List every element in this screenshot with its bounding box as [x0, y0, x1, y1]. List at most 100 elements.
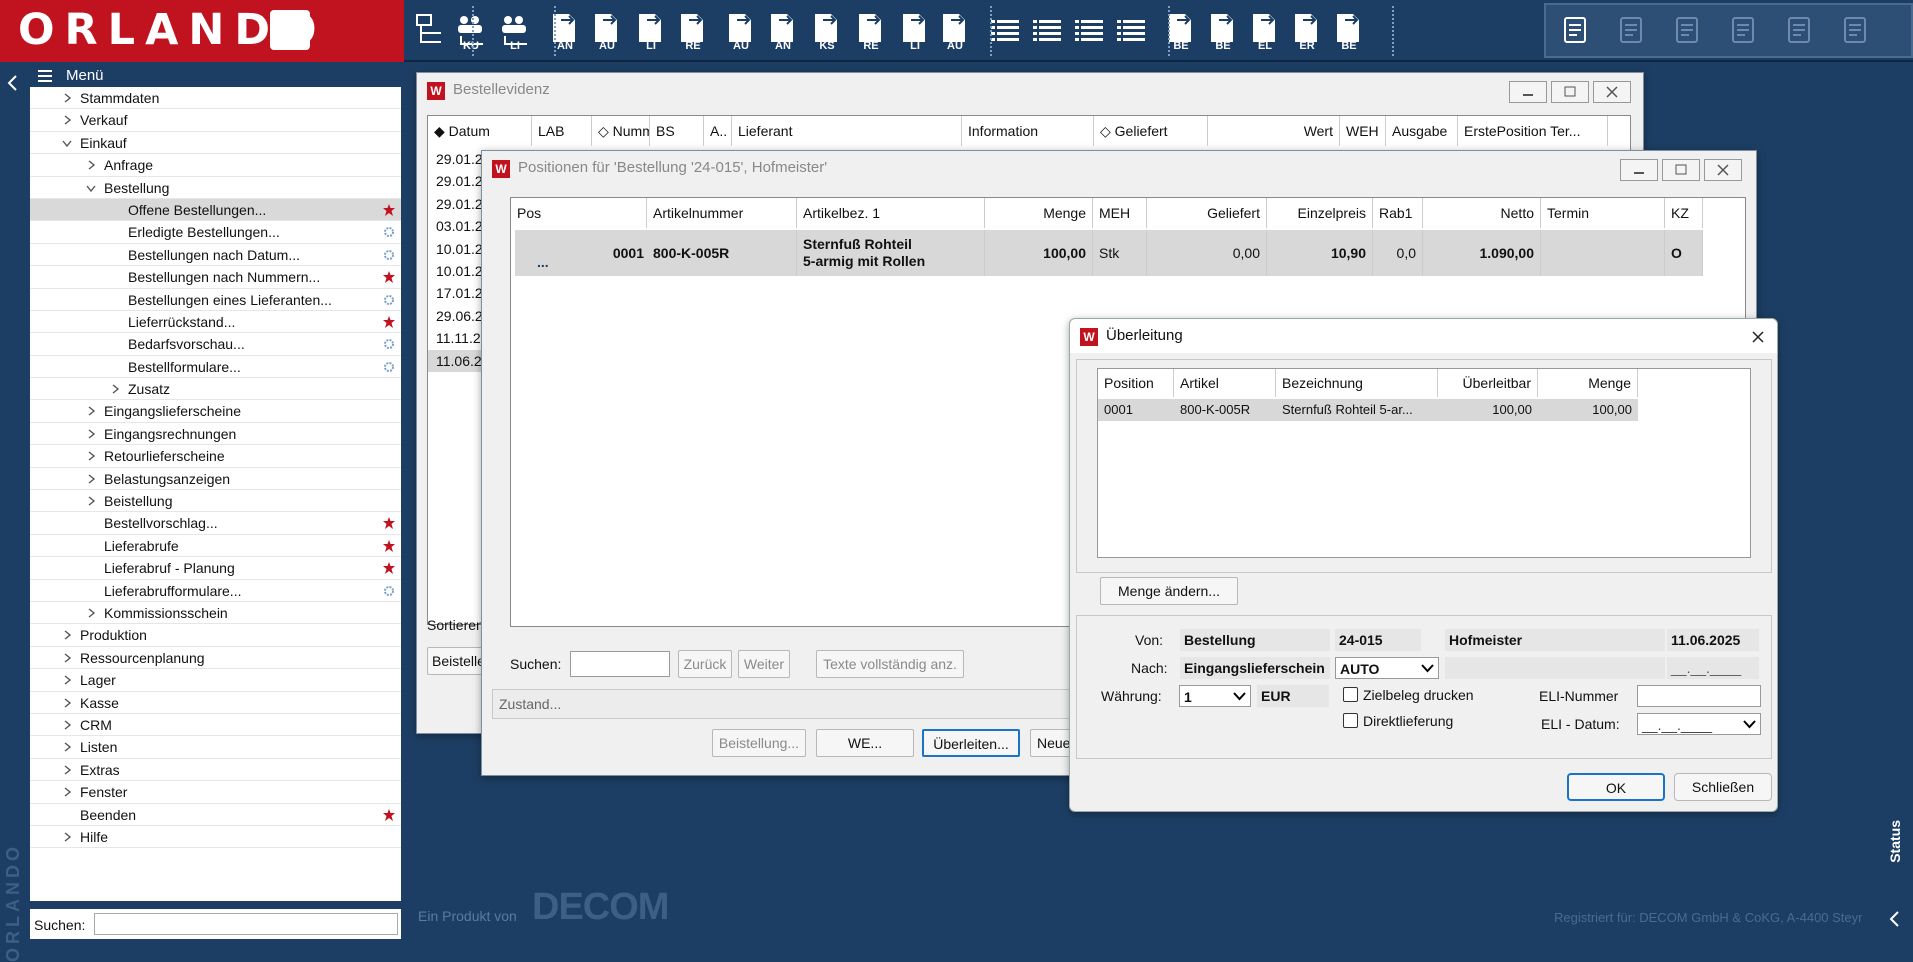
toolbar-button-0[interactable] [408, 8, 450, 54]
date-cell[interactable]: 17.01.2 [428, 282, 488, 304]
menu-item[interactable]: Stammdaten [30, 87, 401, 110]
toolbar-button-14[interactable] [1026, 8, 1068, 54]
menu-item[interactable]: Zusatz [30, 378, 401, 401]
date-cell[interactable]: 29.01.2 [428, 170, 488, 192]
menu-item[interactable]: Eingangslieferscheine [30, 400, 401, 423]
date-cell[interactable]: 10.01.2 [428, 238, 488, 260]
menu-item[interactable]: Produktion [30, 624, 401, 647]
column-header[interactable]: Position [1098, 369, 1174, 397]
column-header[interactable]: ◇ Nummer [592, 116, 650, 146]
texte-button[interactable]: Texte vollständig anz. [816, 650, 964, 678]
menu-item[interactable]: Lieferabruf - Planung [30, 557, 401, 580]
calculator-icon[interactable] [1616, 15, 1646, 45]
column-header[interactable]: Bezeichnung [1276, 369, 1438, 397]
column-header[interactable]: Rab1 [1373, 198, 1423, 228]
menu-item[interactable]: Bedarfsvorschau... [30, 333, 401, 356]
toolbar-button-8[interactable]: AN [762, 8, 804, 54]
waehrung-select[interactable]: 1 [1179, 685, 1251, 707]
menu-item[interactable]: Bestellvorschlag... [30, 512, 401, 535]
menu-header[interactable]: Menü [30, 65, 401, 87]
ok-button[interactable]: OK [1567, 773, 1665, 801]
copy-icon[interactable] [1672, 15, 1702, 45]
menu-item[interactable]: Einkauf [30, 132, 401, 155]
toolbar-button-18[interactable]: BE [1202, 8, 1244, 54]
column-header[interactable]: BS [650, 116, 704, 146]
menu-search-input[interactable] [94, 913, 398, 935]
column-header[interactable]: Menge [1538, 369, 1638, 397]
menu-item[interactable]: Lieferabrufformulare... [30, 580, 401, 602]
eli-datum-select[interactable]: __.__.____ [1637, 713, 1761, 735]
menu-item[interactable]: Listen [30, 736, 401, 759]
menu-item[interactable]: Lieferrückstand... [30, 311, 401, 334]
direktlieferung-checkbox[interactable] [1343, 713, 1358, 728]
date-cell[interactable]: 29.01.2 [428, 148, 488, 170]
toolbar-button-6[interactable]: RE [672, 8, 714, 54]
table-row[interactable]: 0001 800-K-005R Sternfuß Rohteil 5-armig mi… [515, 230, 1715, 276]
menu-item[interactable]: Extras [30, 759, 401, 782]
zielbeleg-checkbox[interactable] [1343, 687, 1358, 702]
zurueck-button[interactable]: Zurück [678, 650, 732, 678]
menu-item[interactable]: Anfrage [30, 154, 401, 177]
close-icon[interactable] [1750, 329, 1766, 345]
date-cell[interactable]: 03.01.2 [428, 215, 488, 237]
minimize-button[interactable] [1509, 81, 1547, 103]
menu-item[interactable]: Bestellungen nach Nummern... [30, 266, 401, 289]
menu-item[interactable]: Kasse [30, 692, 401, 714]
toolbar-button-20[interactable]: ER [1286, 8, 1328, 54]
column-header[interactable]: Geliefert [1147, 198, 1267, 228]
ueberleiten-button[interactable]: Überleiten... [922, 729, 1020, 757]
column-header[interactable]: ErstePosition Ter... [1458, 116, 1608, 146]
maximize-button[interactable] [1662, 159, 1700, 181]
menu-item[interactable]: Beenden [30, 804, 401, 826]
column-header[interactable]: Artikelbez. 1 [797, 198, 985, 228]
status-panel[interactable]: Status [1884, 820, 1908, 930]
minimize-button[interactable] [1620, 159, 1658, 181]
maximize-button[interactable] [1551, 81, 1589, 103]
menu-item[interactable]: Beistellung [30, 490, 401, 513]
toolbar-button-4[interactable]: AU [586, 8, 628, 54]
toolbar-button-17[interactable]: BE [1160, 8, 1202, 54]
menu-item[interactable]: Ressourcenplanung [30, 647, 401, 670]
column-header[interactable]: KZ [1665, 198, 1703, 228]
menu-item[interactable]: Bestellungen eines Lieferanten... [30, 289, 401, 311]
toolbar-button-19[interactable]: EL [1244, 8, 1286, 54]
menu-item[interactable]: Belastungsanzeigen [30, 468, 401, 491]
column-header[interactable]: Termin [1541, 198, 1665, 228]
date-cell[interactable]: 10.01.2 [428, 260, 488, 282]
toolbar-button-9[interactable]: KS [806, 8, 848, 54]
close-button[interactable] [1704, 159, 1742, 181]
column-header[interactable]: LAB [532, 116, 592, 146]
toolbar-button-15[interactable] [1068, 8, 1110, 54]
menu-item[interactable]: Lieferabrufe [30, 535, 401, 558]
column-header[interactable]: WEH [1340, 116, 1386, 146]
toolbar-button-3[interactable]: AN [544, 8, 586, 54]
column-header[interactable]: Überleitbar [1438, 369, 1538, 397]
nach-select[interactable]: AUTO [1335, 657, 1439, 679]
menu-item[interactable]: Retourlieferscheine [30, 445, 401, 468]
toolbar-button-16[interactable] [1110, 8, 1152, 54]
we-button[interactable]: WE... [816, 729, 914, 757]
table-row[interactable]: 0001 800-K-005R Sternfuß Rohteil 5-ar... 10… [1098, 399, 1638, 421]
menu-item[interactable]: Offene Bestellungen... [30, 198, 401, 222]
menu-item[interactable]: Bestellformulare... [30, 356, 401, 379]
toolbar-button-11[interactable]: LI [894, 8, 936, 54]
column-header[interactable]: Netto [1423, 198, 1541, 228]
date-cell[interactable]: 11.06.2 [428, 349, 488, 372]
printer-icon[interactable] [1840, 15, 1870, 45]
menge-aendern-button[interactable]: Menge ändern... [1100, 577, 1238, 605]
menu-item[interactable]: Erledigte Bestellungen... [30, 221, 401, 244]
column-header[interactable]: Lieferant [732, 116, 962, 146]
column-header[interactable]: Ausgabe [1386, 116, 1458, 146]
menu-item[interactable]: Fenster [30, 781, 401, 804]
menu-item[interactable]: Eingangsrechnungen [30, 423, 401, 446]
column-header[interactable]: A.. [704, 116, 732, 146]
column-header[interactable]: ◆ Datum [428, 116, 532, 146]
column-header[interactable]: Einzelpreis [1267, 198, 1373, 228]
clipboard-icon[interactable] [1784, 15, 1814, 45]
column-header[interactable]: ◇ Geliefert [1094, 116, 1208, 146]
column-header[interactable]: Artikelnummer [647, 198, 797, 228]
close-button[interactable] [1593, 81, 1631, 103]
menu-item[interactable]: Kommissionsschein [30, 602, 401, 625]
toolbar-button-10[interactable]: RE [850, 8, 892, 54]
column-header[interactable]: Artikel [1174, 369, 1276, 397]
